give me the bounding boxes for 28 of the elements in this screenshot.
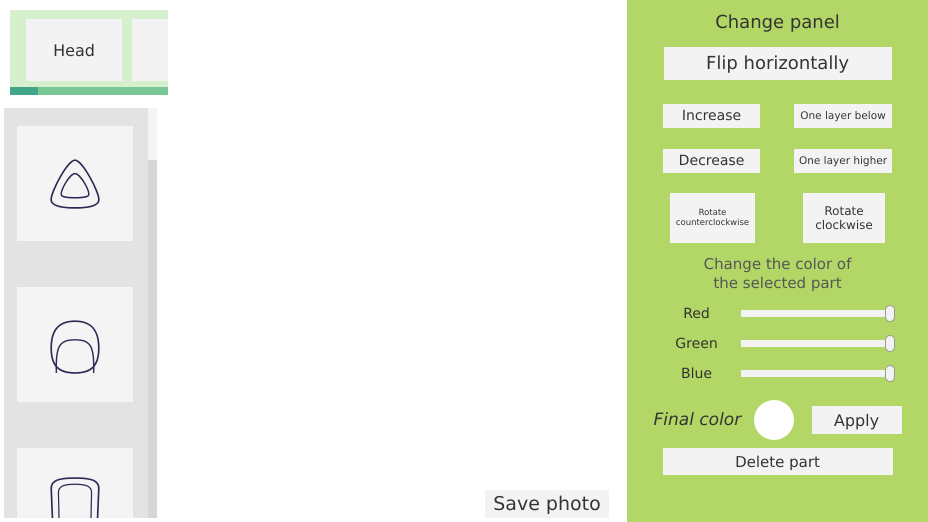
panel-button[interactable]: One layer higher — [794, 149, 892, 173]
scrollbar[interactable] — [148, 108, 157, 518]
apply-button[interactable]: Apply — [812, 406, 902, 434]
slider-label: Green — [674, 336, 719, 352]
panel-button[interactable]: Decrease — [663, 149, 760, 173]
panel-title: Change panel — [715, 12, 840, 33]
slider-thumb[interactable] — [884, 365, 894, 382]
delete-button[interactable]: Delete part — [662, 448, 892, 475]
save-photo-button[interactable]: Save photo — [485, 490, 609, 518]
slider-thumb[interactable] — [884, 335, 894, 352]
rotate-button[interactable]: Rotate counterclockwise — [670, 193, 755, 243]
panel-button[interactable]: Increase — [663, 104, 760, 128]
part-outline-icon — [49, 476, 101, 518]
color-slider[interactable] — [740, 365, 894, 382]
slider-thumb[interactable] — [884, 305, 894, 322]
tab[interactable]: Head — [26, 19, 122, 81]
color-slider[interactable] — [740, 335, 894, 352]
panel-button[interactable]: One layer below — [794, 104, 892, 128]
color-swatch — [754, 400, 794, 440]
slider-label: Red — [682, 306, 711, 322]
final-color-label: Final color — [654, 410, 743, 430]
color-slider[interactable] — [740, 305, 894, 322]
rotate-button[interactable]: Rotate clockwise — [803, 193, 885, 243]
part-item[interactable] — [17, 126, 133, 241]
slider-label: Blue — [680, 366, 713, 382]
color-heading: Change the color of the selected part — [702, 255, 853, 293]
part-item[interactable] — [17, 287, 133, 402]
flip-button[interactable]: Flip horizontally — [664, 47, 892, 80]
